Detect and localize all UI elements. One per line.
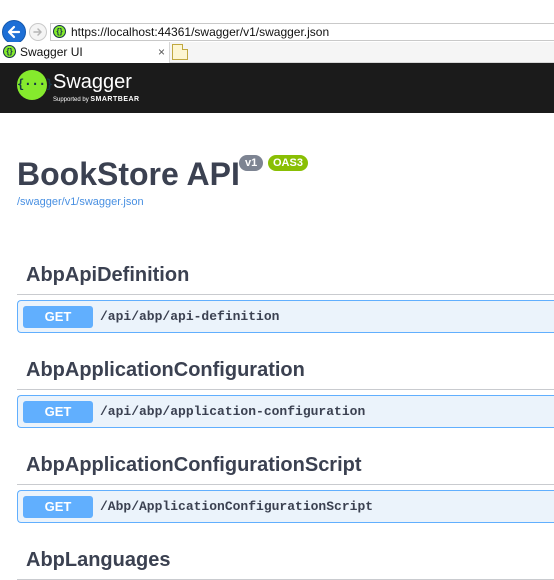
tag-abp-application-configuration-script[interactable]: AbpApplicationConfigurationScript — [17, 445, 554, 485]
swagger-topbar: {···} Swagger Supported by SMARTBEAR — [0, 63, 554, 113]
tag-title: AbpApplicationConfigurationScript — [26, 454, 362, 476]
operation-path: /api/abp/api-definition — [100, 309, 280, 324]
supported-by-text: Supported by SMARTBEAR — [53, 96, 140, 104]
tag-title: AbpApplicationConfiguration — [26, 359, 305, 381]
smartbear-label: SMARTBEAR — [90, 96, 140, 103]
oas-badge: OAS3 — [268, 155, 308, 171]
spec-link[interactable]: /swagger/v1/swagger.json — [17, 195, 144, 209]
swagger-logo-glyph: {···} — [17, 77, 54, 91]
swagger-logo-icon[interactable]: {···} — [17, 70, 54, 100]
operation-get-api-definition[interactable]: GET /api/abp/api-definition — [17, 300, 554, 333]
new-tab-icon[interactable] — [172, 44, 188, 60]
tag-abp-application-configuration[interactable]: AbpApplicationConfiguration — [17, 350, 554, 390]
forward-arrow-icon — [33, 28, 42, 36]
method-get-badge: GET — [23, 401, 93, 423]
browser-tab-bar: {} Swagger UI × — [0, 42, 554, 63]
url-text: https://localhost:44361/swagger/v1/swagg… — [71, 25, 330, 39]
operation-get-application-configuration[interactable]: GET /api/abp/application-configuration — [17, 395, 554, 428]
method-get-badge: GET — [23, 496, 93, 518]
browser-address-bar: {} https://localhost:44361/swagger/v1/sw… — [0, 0, 554, 44]
api-title: BookStore API — [17, 156, 240, 192]
tab-swagger-ui[interactable]: {} Swagger UI × — [0, 42, 170, 63]
swagger-brand[interactable]: Swagger — [53, 70, 132, 94]
tag-title: AbpApiDefinition — [26, 264, 190, 286]
back-button[interactable] — [2, 20, 26, 44]
operation-path: /api/abp/application-configuration — [100, 404, 366, 419]
tag-abp-api-definition[interactable]: AbpApiDefinition — [17, 255, 554, 295]
tab-favicon-icon: {} — [3, 45, 16, 58]
tab-close-icon[interactable]: × — [158, 44, 165, 60]
back-arrow-icon — [7, 25, 21, 39]
method-get-badge: GET — [23, 306, 93, 328]
tag-abp-languages[interactable]: AbpLanguages — [17, 540, 554, 580]
forward-button[interactable] — [29, 23, 47, 41]
url-field[interactable]: {} https://localhost:44361/swagger/v1/sw… — [50, 23, 554, 41]
supported-by-label: Supported by — [53, 97, 89, 103]
site-favicon-icon: {} — [53, 25, 66, 38]
tab-title: Swagger UI — [20, 45, 83, 59]
operation-get-application-configuration-script[interactable]: GET /Abp/ApplicationConfigurationScript — [17, 490, 554, 523]
version-badge: v1 — [239, 155, 264, 171]
tag-title: AbpLanguages — [26, 549, 171, 571]
operation-path: /Abp/ApplicationConfigurationScript — [100, 499, 374, 514]
